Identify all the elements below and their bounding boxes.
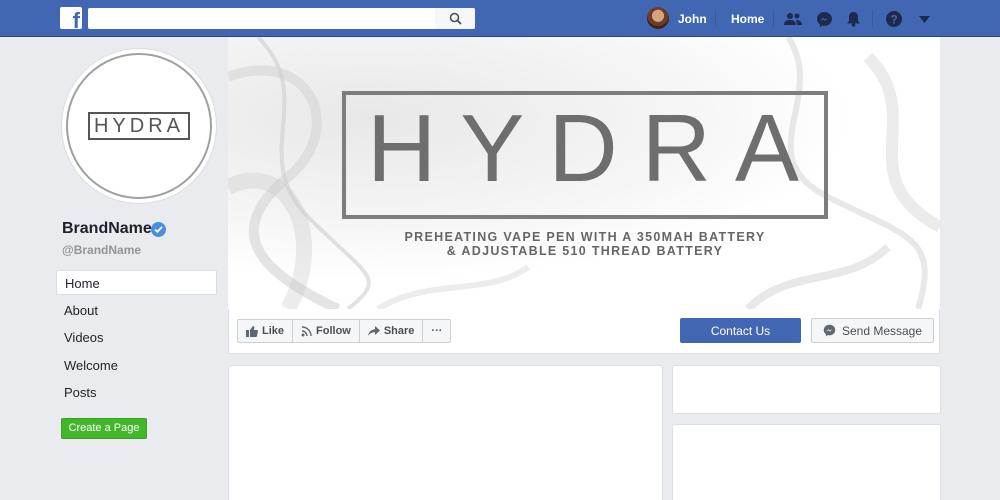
user-name-link[interactable]: John [678, 12, 707, 26]
cover-tagline-2: & ADJUSTABLE 510 THREAD BATTERY [446, 244, 724, 258]
more-options-button[interactable]: ··· [423, 320, 450, 342]
facebook-logo-icon[interactable]: f [60, 7, 82, 29]
notifications-icon[interactable] [843, 9, 863, 29]
sidebar-item-home[interactable]: Home [56, 270, 217, 295]
like-button[interactable]: Like [238, 320, 294, 342]
help-icon[interactable]: ? [884, 9, 904, 29]
share-arrow-icon [367, 326, 380, 336]
user-avatar[interactable] [647, 7, 669, 29]
search-input[interactable] [88, 8, 475, 29]
page-name[interactable]: BrandName [62, 220, 152, 238]
friends-icon[interactable] [783, 9, 803, 29]
divider [773, 10, 774, 27]
svg-text:?: ? [890, 13, 897, 27]
messenger-icon [823, 324, 836, 337]
search-icon [449, 12, 462, 25]
brand-logo: HYDRA [88, 112, 190, 140]
sidebar-item-videos[interactable]: Videos [56, 325, 217, 350]
contact-us-button[interactable]: Contact Us [680, 318, 801, 343]
thumbs-up-icon [246, 325, 258, 337]
page-action-group: Like Follow Share ··· [237, 319, 452, 343]
top-navigation-bar: f John Home ? [0, 0, 1000, 37]
share-button[interactable]: Share [360, 320, 424, 342]
side-panel-top [672, 365, 941, 414]
profile-picture[interactable]: HYDRA [61, 48, 217, 204]
sidebar-item-welcome[interactable]: Welcome [56, 353, 217, 378]
cover-title: HYDRA [366, 95, 824, 202]
divider [872, 10, 873, 27]
send-message-button[interactable]: Send Message [811, 318, 934, 343]
page-handle[interactable]: @BrandName [62, 243, 141, 257]
verified-badge-icon [151, 222, 166, 237]
main-content-panel [228, 365, 663, 500]
side-panel-bottom [672, 424, 941, 500]
divider [715, 10, 716, 27]
messenger-icon[interactable] [814, 9, 834, 29]
cover-photo[interactable]: HYDRA PREHEATING VAPE PEN WITH A 350MAH … [228, 37, 940, 309]
search-button[interactable] [435, 8, 475, 29]
sidebar-item-about[interactable]: About [56, 298, 217, 323]
sidebar-item-posts[interactable]: Posts [56, 380, 217, 405]
cover-tagline-1: PREHEATING VAPE PEN WITH A 350MAH BATTER… [404, 230, 766, 244]
chevron-down-icon[interactable] [914, 9, 934, 29]
rss-icon [301, 325, 312, 336]
follow-button[interactable]: Follow [293, 320, 360, 342]
home-link[interactable]: Home [731, 12, 764, 26]
create-page-button[interactable]: Create a Page [61, 418, 147, 439]
more-icon: ··· [431, 325, 443, 337]
